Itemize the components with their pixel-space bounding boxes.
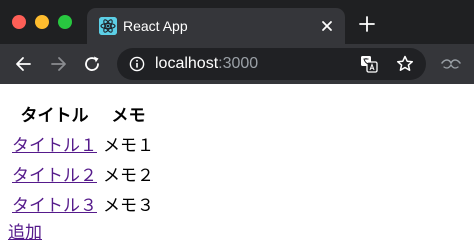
plus-icon[interactable] (358, 15, 376, 33)
minimize-window-button[interactable] (35, 15, 49, 29)
column-header-memo: メモ (111, 106, 146, 126)
table-row: タイトル３ メモ３ (10, 189, 156, 217)
table-row: タイトル２ メモ２ (10, 159, 156, 187)
title-link[interactable]: タイトル１ (12, 136, 97, 156)
add-link[interactable]: 追加 (8, 218, 42, 243)
translate-icon[interactable] (360, 55, 378, 73)
back-icon[interactable] (14, 54, 34, 74)
address-bar[interactable]: localhost:3000 (117, 48, 426, 80)
column-header-title: タイトル (20, 106, 89, 126)
url-text[interactable]: localhost:3000 (155, 54, 258, 74)
browser-titlebar: React App (0, 0, 474, 44)
react-icon (99, 17, 117, 35)
browser-toolbar: localhost:3000 (0, 44, 474, 84)
memo-table: タイトル メモ タイトル１ メモ１ タイトル２ メモ２ タイトル３ メモ３ (8, 98, 158, 219)
profile-icon[interactable] (440, 56, 462, 72)
maximize-window-button[interactable] (58, 15, 72, 29)
title-link[interactable]: タイトル２ (12, 166, 97, 186)
close-window-button[interactable] (12, 15, 26, 29)
title-cell: タイトル３ (10, 189, 99, 217)
memo-cell: メモ１ (103, 135, 154, 156)
star-icon[interactable] (395, 54, 415, 74)
url-port: :3000 (218, 55, 259, 72)
title-cell: タイトル２ (10, 159, 99, 187)
close-icon[interactable] (319, 18, 335, 34)
info-icon[interactable] (129, 56, 145, 72)
table-header-row: タイトル メモ (10, 100, 156, 127)
title-link[interactable]: タイトル３ (12, 196, 97, 216)
memo-cell: メモ３ (103, 195, 154, 216)
title-cell: タイトル１ (10, 129, 99, 157)
tab-title: React App (123, 18, 188, 34)
reload-icon[interactable] (82, 54, 102, 74)
memo-cell: メモ２ (103, 165, 154, 186)
url-host: localhost (155, 55, 219, 72)
table-row: タイトル１ メモ１ (10, 129, 156, 157)
browser-tab-active[interactable]: React App (87, 8, 345, 44)
forward-icon[interactable] (48, 54, 68, 74)
page-content: タイトル メモ タイトル１ メモ１ タイトル２ メモ２ タイトル３ メモ３ 追加 (0, 84, 474, 251)
